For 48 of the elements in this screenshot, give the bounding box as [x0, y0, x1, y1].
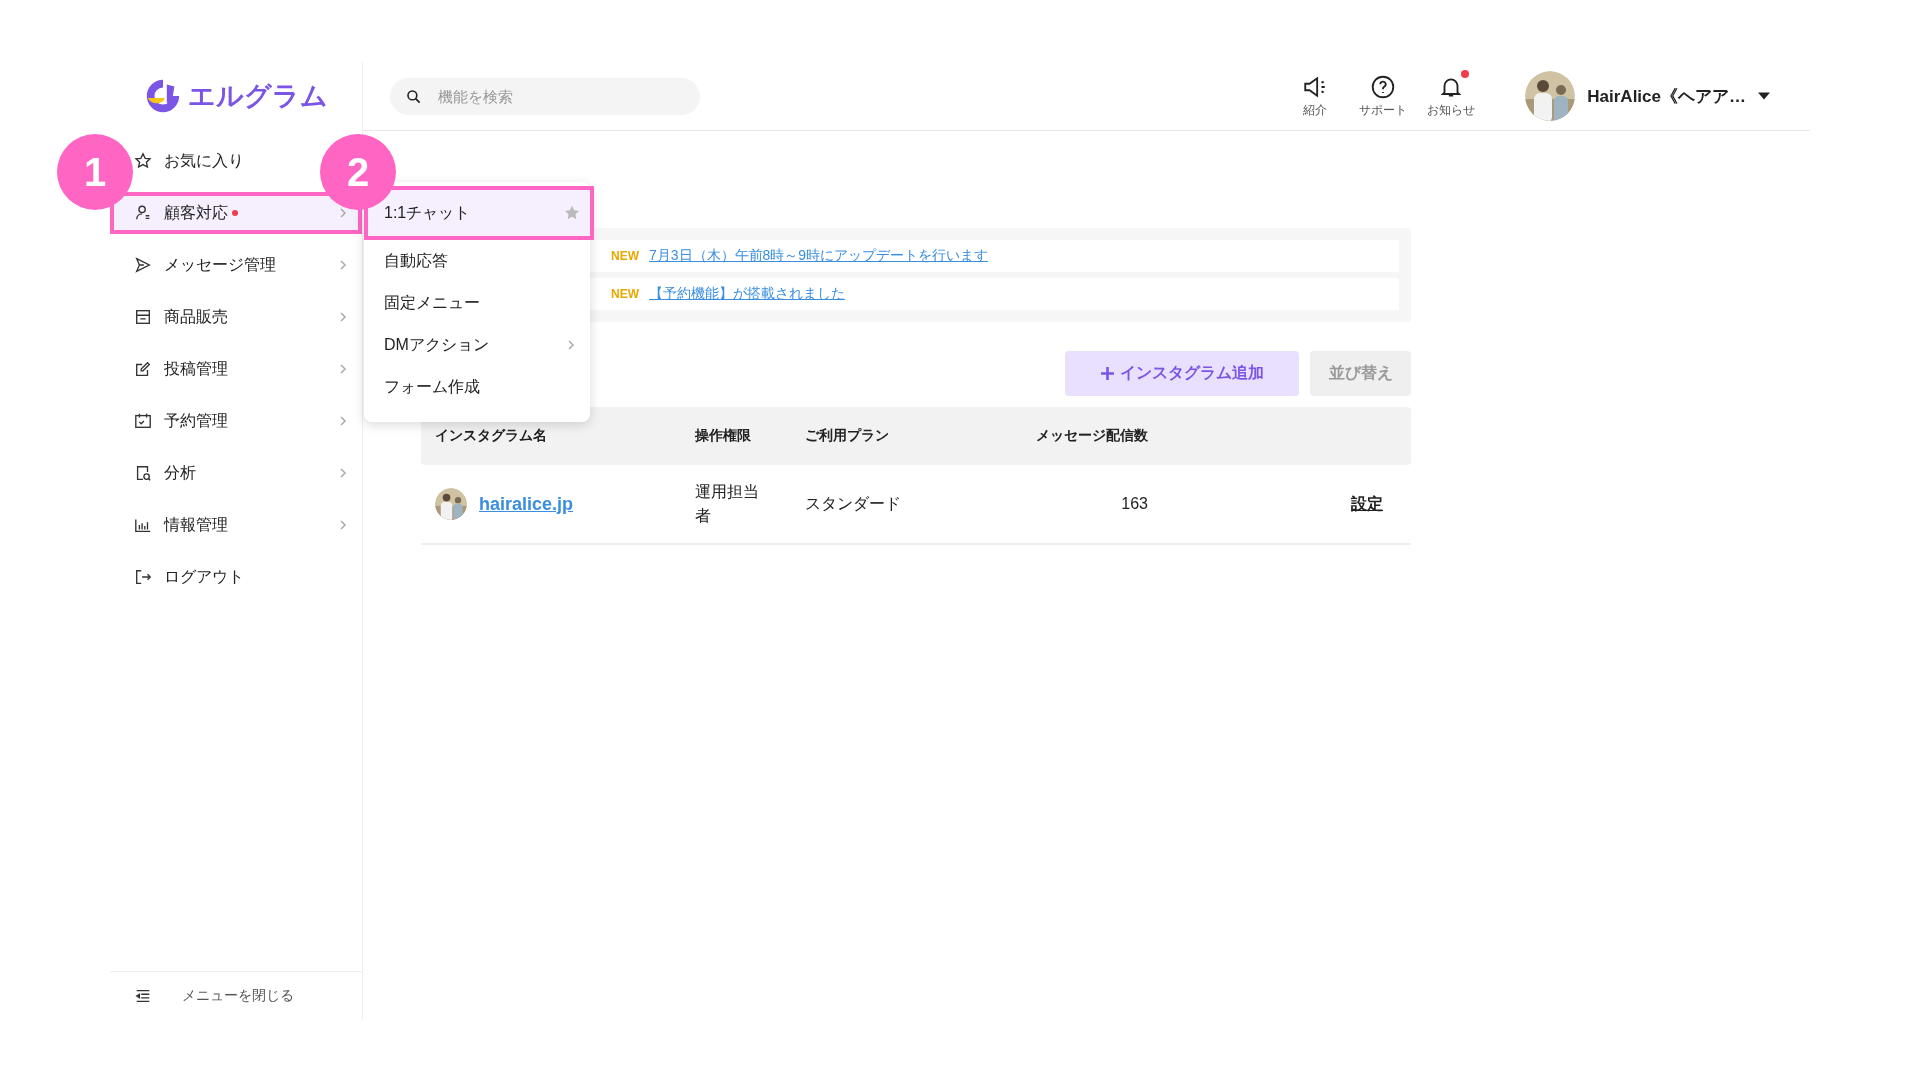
search-icon	[406, 88, 422, 105]
search-field[interactable]: 機能を検索	[390, 77, 700, 115]
menu-icon	[134, 360, 152, 378]
menu-icon	[134, 464, 152, 482]
table-cell-text: 163	[1120, 495, 1148, 513]
sidebar-item[interactable]: 顧客対応	[110, 192, 362, 234]
submenu-item[interactable]: 固定メニュー	[364, 282, 590, 324]
step-marker: 1	[57, 134, 133, 210]
notice-link[interactable]: 【予約機能】が搭載されました	[649, 285, 845, 303]
settings-link[interactable]: 設定	[1351, 493, 1383, 515]
header-icon	[1370, 73, 1397, 100]
account-menu[interactable]: HairAlice《ヘアア…	[1525, 71, 1770, 121]
column-header: 操作権限	[695, 427, 752, 445]
sidebar-item[interactable]: 分析	[110, 452, 362, 494]
sidebar-item[interactable]: ログアウト	[110, 556, 362, 598]
submenu-item[interactable]: フォーム作成	[364, 366, 590, 408]
column-header: インスタグラム名	[434, 427, 548, 445]
menu-icon	[134, 308, 152, 326]
header-button[interactable]: サポート	[1349, 73, 1418, 119]
collapse-menu-icon[interactable]	[134, 987, 152, 1005]
logo-text: エルグラム	[188, 80, 328, 113]
menu-icon	[134, 412, 152, 430]
submenu-item[interactable]: DMアクション	[364, 324, 590, 366]
sidebar-item[interactable]: 投稿管理	[110, 348, 362, 390]
close-menu-link[interactable]: メニューを閉じる	[182, 987, 294, 1005]
new-label: NEW	[611, 287, 639, 301]
add-instagram-button[interactable]: インスタグラム追加	[1065, 351, 1299, 396]
sidebar-item[interactable]: 予約管理	[110, 400, 362, 442]
sidebar-item[interactable]: メッセージ管理	[110, 244, 362, 286]
menu-icon	[134, 568, 152, 586]
caret-icon	[1758, 92, 1770, 100]
logo-icon	[144, 77, 182, 115]
plus-icon	[1100, 367, 1114, 380]
column-header: ご利用プラン	[805, 427, 890, 445]
menu-icon	[134, 204, 152, 222]
notice-link[interactable]: 7月3日（木）午前8時～9時にアップデートを行います	[649, 247, 989, 265]
star-icon[interactable]	[564, 205, 580, 221]
table-cell-text: スタンダード	[805, 493, 902, 514]
table-cell-text: 運用担当者	[695, 482, 760, 526]
column-header: メッセージ配信数	[1035, 427, 1148, 445]
new-label: NEW	[611, 249, 639, 263]
submenu-item[interactable]: 自動応答	[364, 240, 590, 282]
sidebar-item[interactable]: 商品販売	[110, 296, 362, 338]
sidebar-item[interactable]: 情報管理	[110, 504, 362, 546]
menu-icon	[134, 256, 152, 274]
header-button[interactable]: 紹介	[1281, 73, 1350, 119]
header-button[interactable]: お知らせ	[1417, 73, 1486, 119]
menu-icon	[134, 152, 152, 170]
